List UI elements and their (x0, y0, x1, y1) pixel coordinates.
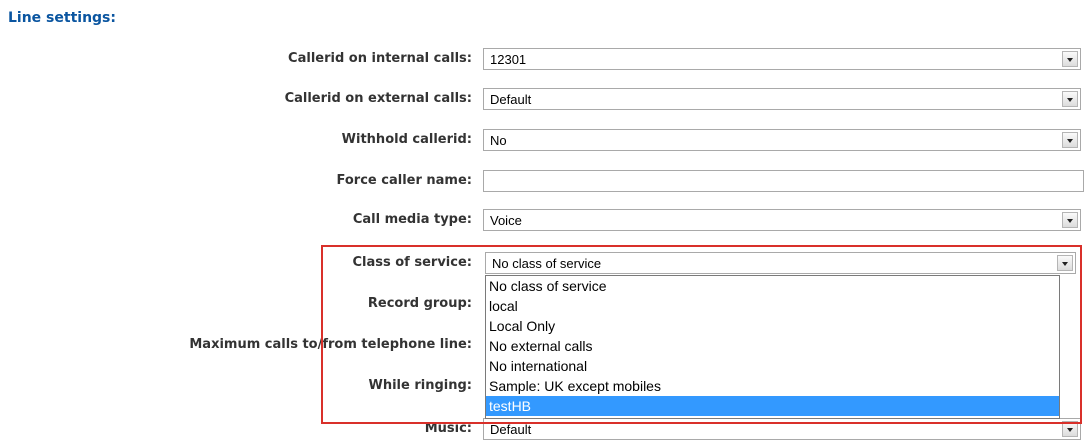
chevron-down-icon[interactable] (1062, 132, 1078, 148)
option-no-external-calls[interactable]: No external calls (486, 336, 1059, 356)
option-local[interactable]: local (486, 296, 1059, 316)
call-media-type-label: Call media type: (352, 212, 472, 227)
row-callerid-external: Callerid on external calls: Default (0, 88, 1085, 112)
row-force-caller-name: Force caller name: (0, 170, 1085, 194)
callerid-external-select[interactable]: Default (483, 88, 1081, 110)
chevron-down-icon[interactable] (1062, 212, 1078, 228)
row-withhold-callerid: Withhold callerid: No (0, 129, 1085, 153)
music-select[interactable]: Default (483, 418, 1081, 440)
row-class-of-service: Class of service: No class of service (0, 252, 1085, 276)
class-of-service-value: No class of service (492, 256, 602, 271)
while-ringing-label: While ringing: (368, 378, 473, 393)
option-no-international[interactable]: No international (486, 356, 1059, 376)
row-callerid-internal: Callerid on internal calls: 12301 (0, 48, 1085, 72)
callerid-internal-label: Callerid on internal calls: (288, 51, 472, 66)
option-testhb[interactable]: testHB (486, 396, 1059, 416)
music-label: Music: (424, 421, 472, 436)
withhold-callerid-select[interactable]: No (483, 129, 1081, 151)
section-title: Line settings: (8, 10, 116, 26)
call-media-type-select[interactable]: Voice (483, 209, 1081, 231)
chevron-down-icon[interactable] (1057, 255, 1073, 271)
callerid-external-value: Default (490, 92, 532, 107)
callerid-internal-select[interactable]: 12301 (483, 48, 1081, 70)
music-value: Default (490, 422, 532, 437)
class-of-service-label: Class of service: (352, 255, 472, 270)
chevron-down-icon[interactable] (1062, 51, 1078, 67)
force-caller-name-label: Force caller name: (336, 173, 472, 188)
row-call-media-type: Call media type: Voice (0, 209, 1085, 233)
max-calls-label: Maximum calls to/from telephone line: (189, 337, 472, 352)
row-music: Music: Default (0, 418, 1085, 442)
withhold-callerid-value: No (490, 133, 507, 148)
class-of-service-select[interactable]: No class of service (485, 252, 1076, 274)
callerid-external-label: Callerid on external calls: (284, 91, 472, 106)
class-of-service-dropdown[interactable]: No class of service local Local Only No … (485, 275, 1060, 419)
chevron-down-icon[interactable] (1062, 91, 1078, 107)
callerid-internal-value: 12301 (490, 52, 527, 67)
option-no-class-of-service[interactable]: No class of service (486, 276, 1059, 296)
force-caller-name-input[interactable] (483, 170, 1084, 192)
call-media-type-value: Voice (490, 213, 522, 228)
option-sample-uk-except-mobiles[interactable]: Sample: UK except mobiles (486, 376, 1059, 396)
withhold-callerid-label: Withhold callerid: (341, 132, 472, 147)
option-local-only[interactable]: Local Only (486, 316, 1059, 336)
chevron-down-icon[interactable] (1062, 421, 1078, 437)
record-group-label: Record group: (367, 296, 472, 311)
